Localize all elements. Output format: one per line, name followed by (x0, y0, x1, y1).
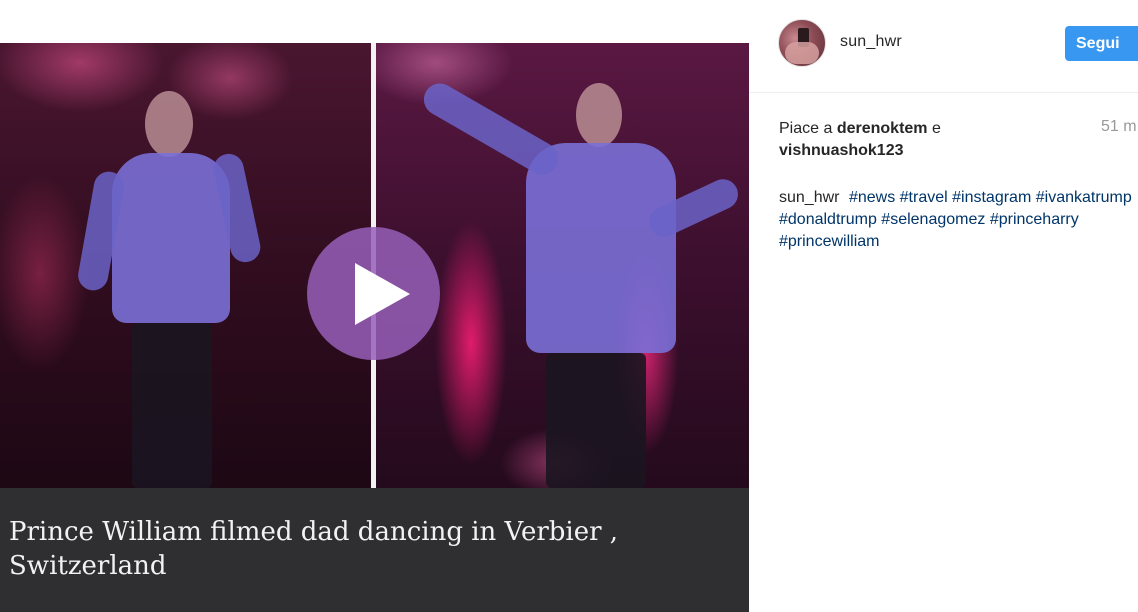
hashtag-link[interactable]: #instagram (952, 189, 1031, 206)
liker-username[interactable]: derenoktem (837, 120, 928, 137)
hashtag-link[interactable]: #news (849, 189, 895, 206)
hashtag-link[interactable]: #selenagomez (881, 211, 985, 228)
hashtag-link[interactable]: #princewilliam (779, 233, 879, 250)
play-button[interactable] (307, 227, 440, 360)
avatar[interactable] (778, 19, 826, 67)
hashtag-link[interactable]: #travel (900, 189, 948, 206)
hashtag-link[interactable]: #princeharry (990, 211, 1079, 228)
post-page: Prince William filmed dad dancing in Ver… (0, 0, 1138, 612)
liker-username[interactable]: vishnuashok123 (779, 142, 904, 159)
video-caption-bar: Prince William filmed dad dancing in Ver… (0, 488, 749, 612)
post-media[interactable]: Prince William filmed dad dancing in Ver… (0, 43, 749, 612)
likes-line: Piace a derenoktem e vishnuashok123 (779, 118, 1079, 162)
post-header: sun_hwr Segui (749, 0, 1138, 93)
hashtag-link[interactable]: #donaldtrump (779, 211, 877, 228)
hashtag-link[interactable]: #ivankatrump (1036, 189, 1132, 206)
likes-prefix: Piace a (779, 120, 833, 137)
comment-username[interactable]: sun_hwr (779, 189, 839, 206)
post-timestamp[interactable]: 51 m (1101, 118, 1137, 136)
follow-button[interactable]: Segui (1065, 26, 1138, 61)
video-caption: Prince William filmed dad dancing in Ver… (9, 517, 619, 581)
header-username[interactable]: sun_hwr (840, 33, 902, 51)
likes-conjunction: e (931, 120, 941, 137)
play-icon (355, 263, 410, 325)
post-sidebar: sun_hwr Segui Piace a derenoktem e vishn… (749, 0, 1138, 612)
caption-comment: sun_hwr #news #travel #instagram #ivanka… (779, 187, 1138, 253)
